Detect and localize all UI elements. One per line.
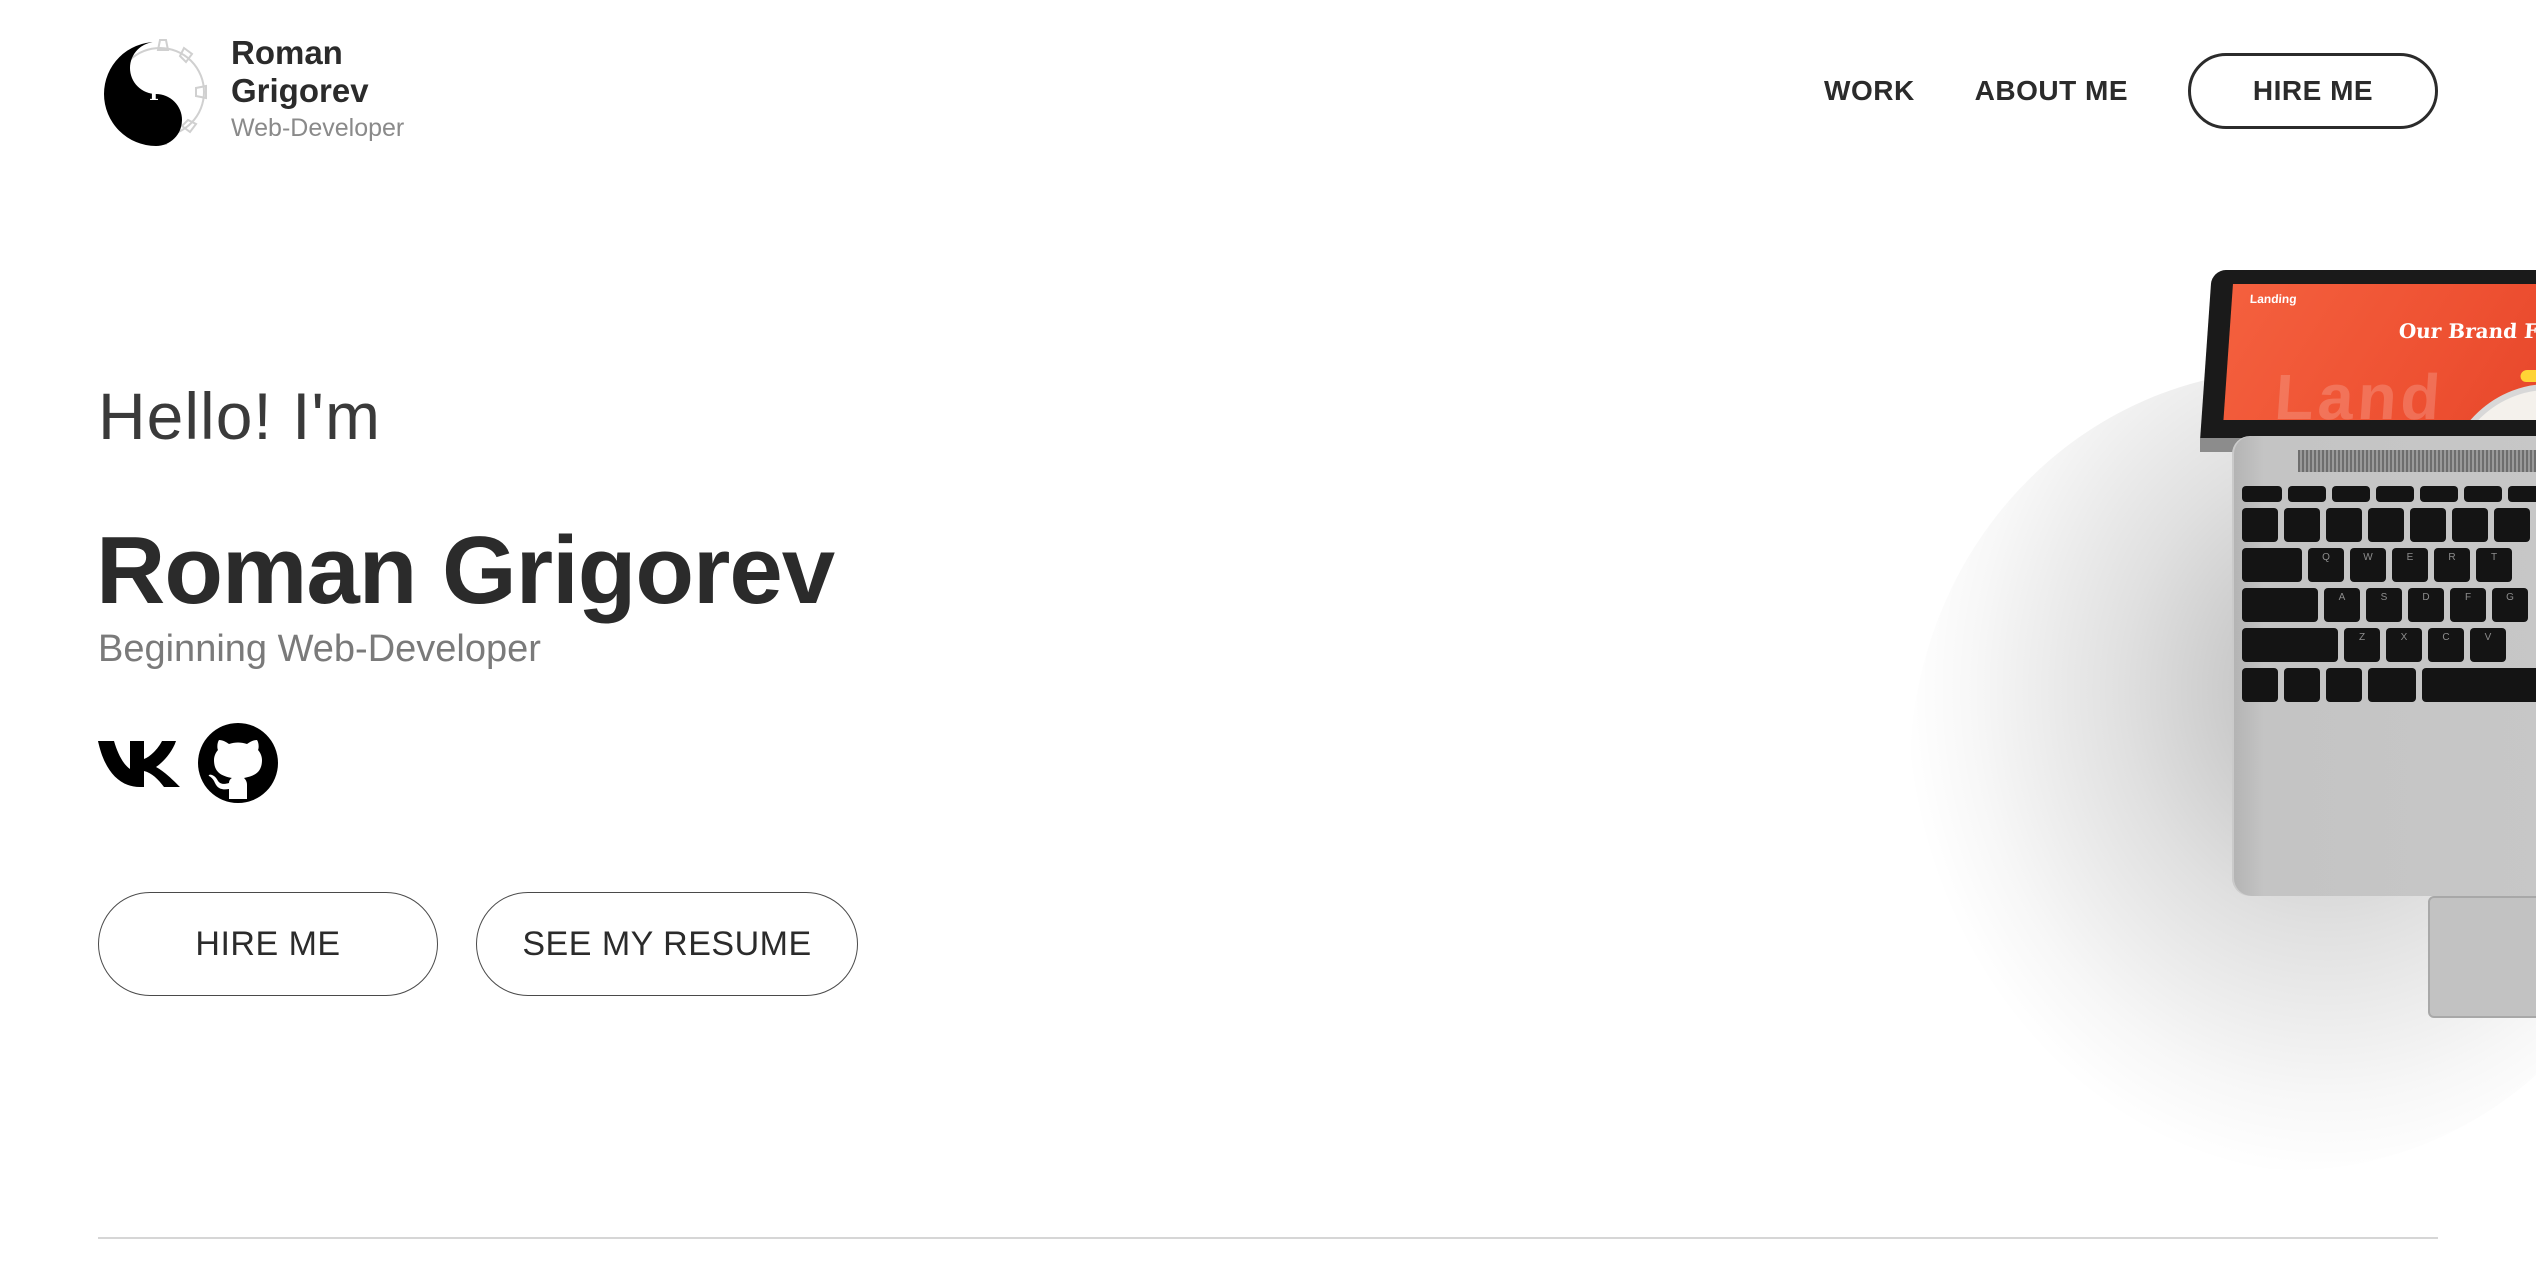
brand[interactable]: Roman Grigorev Web-Developer — [231, 34, 431, 143]
hire-me-button[interactable]: HIRE ME — [98, 892, 438, 996]
main-nav: WORK ABOUT ME HIRE ME — [1824, 53, 2438, 129]
vk-icon[interactable] — [98, 737, 180, 789]
screen-headline: Our Brand Firm — [2397, 319, 2536, 343]
brand-name: Roman Grigorev — [231, 34, 369, 109]
laptop-trackpad — [2428, 896, 2536, 1018]
laptop-illustration: Landing Our Brand Firm Land QWERT A S D … — [1880, 260, 2536, 1220]
github-icon[interactable] — [198, 723, 278, 803]
laptop-screen: Landing Our Brand Firm Land — [2200, 270, 2536, 440]
nav-about-link[interactable]: ABOUT ME — [1975, 75, 2128, 107]
nav-work-link[interactable]: WORK — [1824, 75, 1915, 107]
hero-role: Beginning Web-Developer — [98, 628, 541, 670]
laptop-screen-content: Landing Our Brand Firm Land — [2223, 284, 2536, 420]
brand-role: Web-Developer — [231, 114, 405, 142]
laptop-keyboard: QWERT ASDFG ZXCV — [2242, 486, 2536, 708]
screen-logo: Landing — [2249, 292, 2298, 306]
page: Г Roman Grigorev Web-Developer WORK ABOU… — [0, 0, 2536, 1284]
screen-circle — [2438, 384, 2536, 420]
laptop-speaker — [2298, 450, 2536, 472]
see-resume-button[interactable]: SEE MY RESUME — [476, 892, 858, 996]
hero-name: Roman Grigorev — [96, 517, 835, 624]
section-divider — [98, 1237, 2438, 1239]
laptop-base: QWERT ASDFG ZXCV — [2232, 436, 2536, 1018]
logo-icon[interactable]: Г — [98, 34, 218, 154]
logo-initial: Г — [149, 81, 163, 105]
hero-greeting: Hello! I'm — [98, 379, 381, 453]
hero-actions: HIRE ME SEE MY RESUME — [98, 892, 858, 996]
social-links — [98, 723, 278, 803]
screen-button — [2520, 370, 2536, 382]
screen-bg-word: Land — [2272, 361, 2447, 420]
nav-hire-button[interactable]: HIRE ME — [2188, 53, 2438, 129]
